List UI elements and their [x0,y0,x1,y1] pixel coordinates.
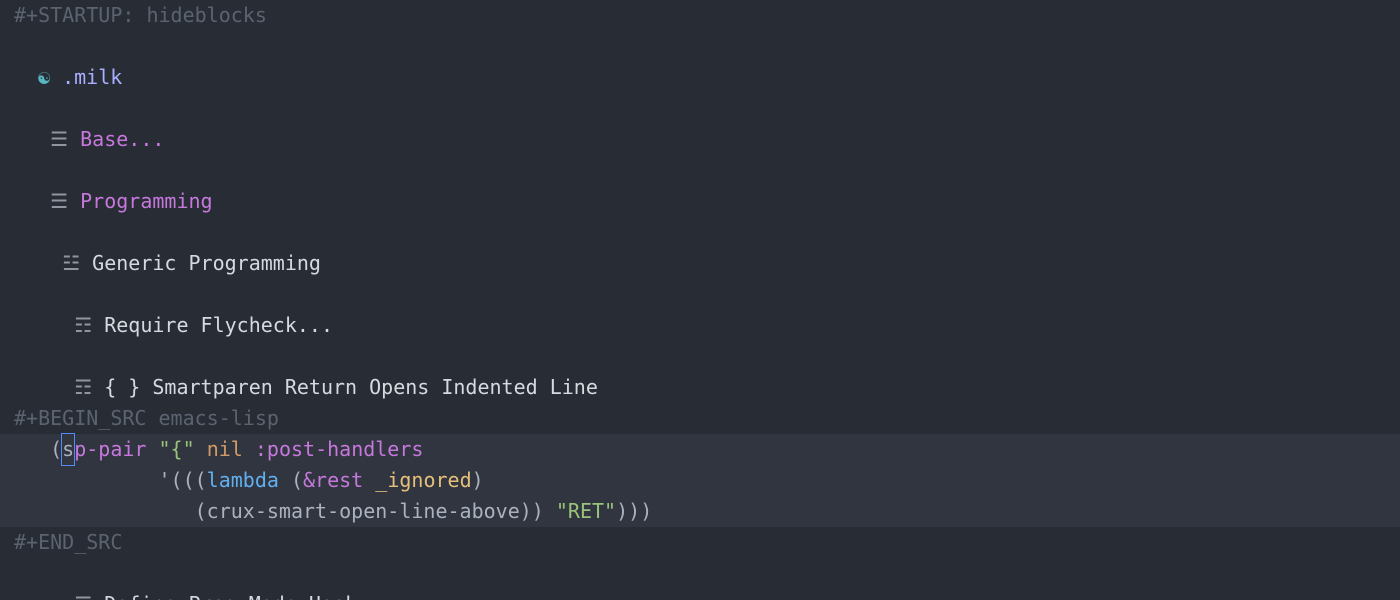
title-text: .milk [62,65,122,89]
quote-char: ' [159,468,171,492]
var-ignored: _ignored [375,468,471,492]
bullet-icon: ☰ [50,186,68,217]
heading-define-hook-label: Define Prog-Mode Hook... [104,592,393,600]
src-line-1[interactable]: (sp-pair "{" nil :post-handlers [0,434,1400,465]
src-line-2[interactable]: '(((lambda (&rest _ignored) [0,465,1400,496]
org-startup-directive: #+STARTUP: hideblocks [0,0,1400,31]
heading-base[interactable]: ☰ Base... [0,93,1400,155]
fn-sp-pair: p-pair [74,437,146,461]
keyword-rest: &rest [303,468,363,492]
org-end-src: #+END_SRC [0,527,1400,558]
src-block[interactable]: (sp-pair "{" nil :post-handlers '(((lamb… [0,434,1400,527]
org-begin-src: #+BEGIN_SRC emacs-lisp [0,403,1400,434]
heading-define-prog-hook[interactable]: ☶ Define Prog-Mode Hook... [0,558,1400,600]
bullet-icon: ☳ [62,248,80,279]
yin-yang-icon: ☯ [38,62,62,93]
heading-generic-label: Generic Programming [92,251,321,275]
bullet-icon: ☰ [50,124,68,155]
string-brace: "{" [159,437,195,461]
heading-smartparen[interactable]: ☶ { } Smartparen Return Opens Indented L… [0,341,1400,403]
heading-generic-programming[interactable]: ☳ Generic Programming [0,217,1400,279]
keyword-nil: nil [207,437,243,461]
heading-require-flycheck[interactable]: ☶ Require Flycheck... [0,279,1400,341]
heading-programming-label: Programming [80,189,212,213]
string-ret: "RET" [556,499,616,523]
bullet-icon: ☶ [74,310,92,341]
keyword-lambda: lambda [207,468,279,492]
keyword-post-handlers: :post-handlers [255,437,424,461]
heading-base-label: Base... [80,127,164,151]
bullet-icon: ☶ [74,589,92,600]
fn-crux-open-line: crux-smart-open-line-above [207,499,520,523]
heading-flycheck-label: Require Flycheck... [104,313,333,337]
heading-smartparen-label: { } Smartparen Return Opens Indented Lin… [104,375,598,399]
org-title-heading[interactable]: ☯.milk [0,31,1400,93]
src-line-3[interactable]: (crux-smart-open-line-above)) "RET"))) [0,496,1400,527]
heading-programming[interactable]: ☰ Programming [0,155,1400,217]
bullet-icon: ☶ [74,372,92,403]
